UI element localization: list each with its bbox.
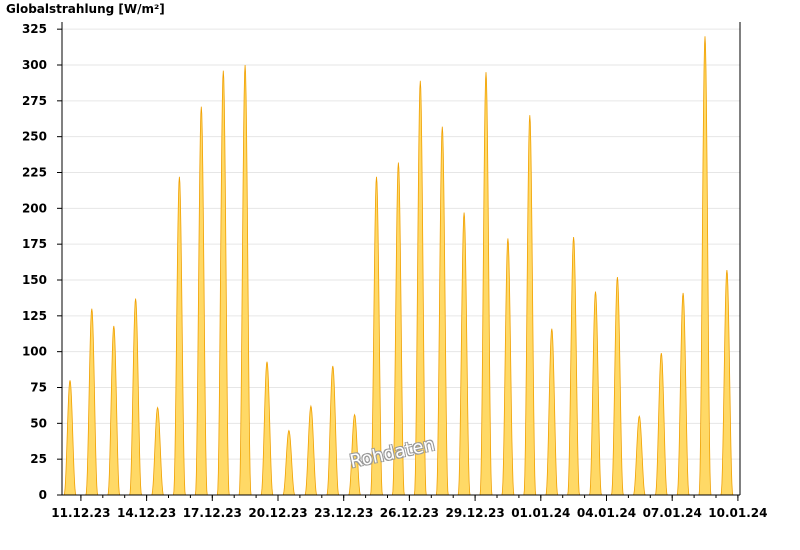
x-tick-label-3: 20.12.23 <box>248 506 307 520</box>
daily-peak-29.12.23 <box>479 72 493 496</box>
x-tick-label-1: 14.12.23 <box>117 506 176 520</box>
x-tick-label-8: 04.01.24 <box>577 506 636 520</box>
y-tick-label-0: 0 <box>39 488 47 502</box>
daily-peak-20.12.23 <box>282 429 296 496</box>
daily-peak-22.12.23 <box>326 365 340 496</box>
x-tick-label-10: 10.01.24 <box>708 506 767 520</box>
y-tick-label-13: 325 <box>22 22 47 36</box>
daily-peak-13.12.23 <box>129 298 142 496</box>
x-tick-label-0: 11.12.23 <box>51 506 110 520</box>
y-tick-label-3: 75 <box>30 381 47 395</box>
daily-peak-02.01.24 <box>567 236 580 496</box>
y-tick-label-11: 275 <box>22 94 47 108</box>
y-tick-label-10: 250 <box>22 130 47 144</box>
y-tick-label-1: 25 <box>30 452 47 466</box>
daily-peak-10.12.23 <box>63 380 77 496</box>
daily-peak-30.12.23 <box>501 238 515 496</box>
x-tick-label-4: 23.12.23 <box>314 506 373 520</box>
daily-peak-05.01.24 <box>632 415 646 496</box>
x-tick-label-5: 26.12.23 <box>380 506 439 520</box>
daily-peak-08.01.24 <box>698 36 712 496</box>
y-tick-label-4: 100 <box>22 345 47 359</box>
daily-peak-11.12.23 <box>85 308 99 496</box>
daily-peak-15.12.23 <box>172 176 186 496</box>
y-tick-label-7: 175 <box>22 237 47 251</box>
daily-peak-14.12.23 <box>151 406 165 496</box>
daily-peak-01.01.24 <box>545 328 559 496</box>
daily-peak-07.01.24 <box>676 292 690 496</box>
y-tick-label-9: 225 <box>22 166 47 180</box>
y-tick-label-6: 150 <box>22 273 47 287</box>
daily-peak-26.12.23 <box>413 80 427 496</box>
y-tick-label-12: 300 <box>22 58 47 72</box>
daily-peak-16.12.23 <box>194 106 208 496</box>
x-tick-label-6: 29.12.23 <box>445 506 504 520</box>
x-tick-label-7: 01.01.24 <box>511 506 570 520</box>
daily-peak-21.12.23 <box>304 404 318 496</box>
y-tick-label-5: 125 <box>22 309 47 323</box>
daily-peak-17.12.23 <box>216 70 230 496</box>
y-tick-label-8: 200 <box>22 201 47 215</box>
x-tick-label-2: 17.12.23 <box>183 506 242 520</box>
y-tick-label-2: 50 <box>30 416 47 430</box>
daily-peak-04.01.24 <box>610 277 624 496</box>
daily-peak-09.01.24 <box>720 269 734 496</box>
daily-peak-19.12.23 <box>260 361 274 496</box>
daily-peak-27.12.23 <box>435 126 449 496</box>
x-tick-label-9: 07.01.24 <box>643 506 702 520</box>
radiation-chart: 0 25 50 75 100 125 150 175 200 225 250 275 300 325 11.… <box>22 22 768 520</box>
daily-peak-06.01.24 <box>654 353 668 496</box>
daily-peak-03.01.24 <box>589 291 602 496</box>
daily-peak-28.12.23 <box>457 212 471 496</box>
